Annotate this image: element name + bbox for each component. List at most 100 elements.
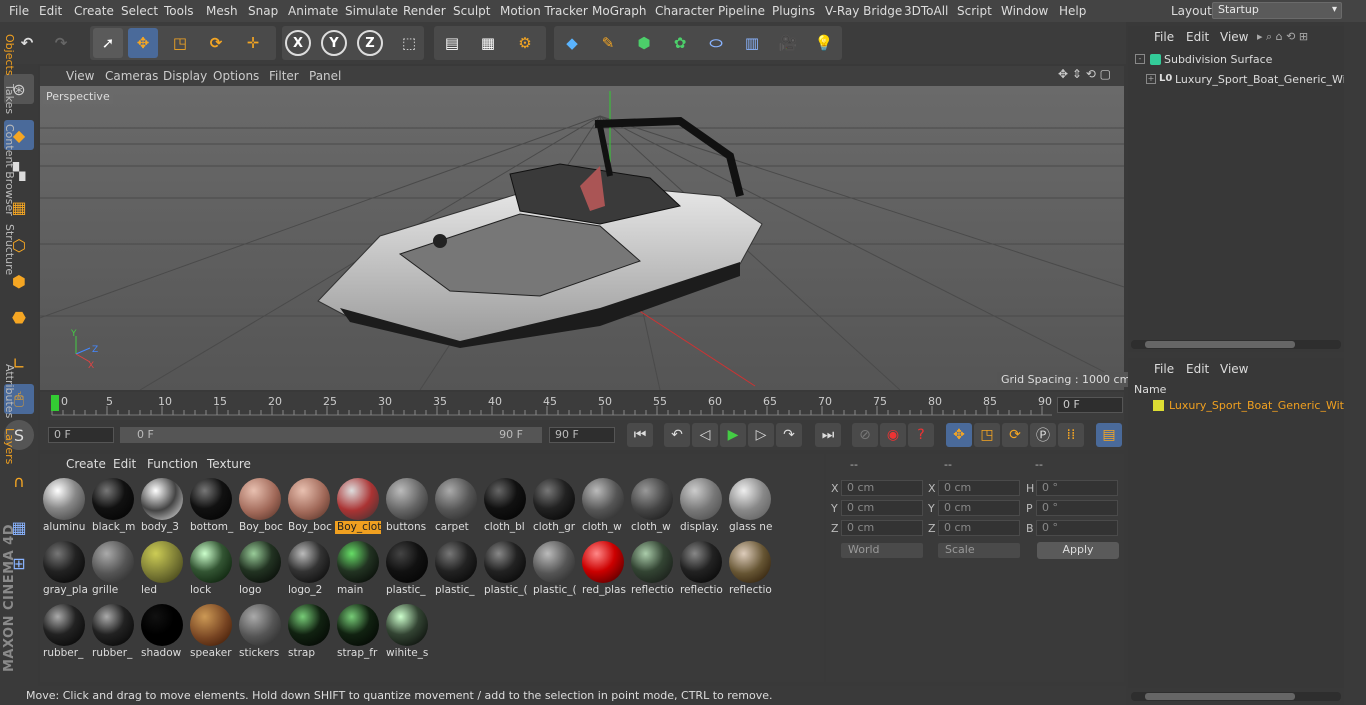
rotation-b-field[interactable]: 0 ° xyxy=(1036,520,1118,536)
material-swatch[interactable]: body_3 xyxy=(139,476,185,534)
material-swatch[interactable]: gray_pla xyxy=(41,539,87,597)
material-swatch[interactable]: stickers xyxy=(237,602,283,660)
menu-simulate[interactable]: Simulate xyxy=(345,4,398,18)
menu-render[interactable]: Render xyxy=(403,4,446,18)
timeline-window-icon[interactable]: ▤ xyxy=(1096,423,1122,447)
tab-takes[interactable]: Takes xyxy=(3,84,16,114)
material-swatch[interactable]: rubber_ xyxy=(41,602,87,660)
material-swatch[interactable]: lock xyxy=(188,539,234,597)
object-menu-view[interactable]: View xyxy=(1220,30,1248,44)
tree-collapse-icon[interactable]: - xyxy=(1135,54,1145,64)
y-axis-icon[interactable]: Y xyxy=(321,30,347,56)
menu-sculpt[interactable]: Sculpt xyxy=(453,4,490,18)
material-swatch[interactable]: Boy_boc xyxy=(237,476,283,534)
menu-character[interactable]: Character xyxy=(655,4,714,18)
layer-scrollbar[interactable] xyxy=(1131,692,1341,701)
viewport-menu-filter[interactable]: Filter xyxy=(269,69,299,83)
material-swatch[interactable]: speaker xyxy=(188,602,234,660)
menu-script[interactable]: Script xyxy=(957,4,992,18)
layer-menu-file[interactable]: File xyxy=(1154,362,1174,376)
tab-structure[interactable]: Structure xyxy=(3,224,16,275)
menu-help[interactable]: Help xyxy=(1059,4,1086,18)
current-frame-field[interactable]: 0 F xyxy=(1057,397,1123,413)
subdivision-icon[interactable]: ⬢ xyxy=(629,28,659,58)
material-swatch[interactable]: led xyxy=(139,539,185,597)
record-active-icon[interactable]: ◉ xyxy=(880,423,906,447)
menu-edit[interactable]: Edit xyxy=(39,4,62,18)
menu-3dtoall[interactable]: 3DToAll xyxy=(904,4,948,18)
material-menu-edit[interactable]: Edit xyxy=(113,457,136,471)
key-scale-icon[interactable]: ◳ xyxy=(974,423,1000,447)
render-settings-icon[interactable]: ⚙ xyxy=(510,28,540,58)
z-axis-icon[interactable]: Z xyxy=(357,30,383,56)
viewport-nav-icons[interactable]: ✥ ⇕ ⟲ ▢ xyxy=(1058,67,1111,81)
material-swatch[interactable]: reflectio xyxy=(629,539,675,597)
layer-menu-view[interactable]: View xyxy=(1220,362,1248,376)
object-toolbar-icons[interactable]: ▸ ⌕ ⌂ ⟲ ⊞ xyxy=(1257,30,1308,44)
frame-range-slider[interactable]: 0 F 90 F xyxy=(120,427,542,443)
previous-frame-icon[interactable]: ◁ xyxy=(692,423,718,447)
material-swatch[interactable]: shadow xyxy=(139,602,185,660)
material-swatch[interactable]: red_plas xyxy=(580,539,626,597)
material-swatch[interactable]: Boy_boc xyxy=(286,476,332,534)
object-scrollbar[interactable] xyxy=(1131,340,1341,349)
layout-select[interactable]: Startup xyxy=(1212,2,1342,19)
menu-create[interactable]: Create xyxy=(74,4,114,18)
menu-window[interactable]: Window xyxy=(1001,4,1048,18)
material-swatch[interactable]: rubber_ xyxy=(90,602,136,660)
material-swatch[interactable]: plastic_ xyxy=(384,539,430,597)
move-tool-icon[interactable]: ✥ xyxy=(128,28,158,58)
layer-item[interactable]: Luxury_Sport_Boat_Generic_With_ xyxy=(1169,399,1356,412)
material-swatch[interactable]: glass ne xyxy=(727,476,773,534)
material-swatch[interactable]: black_m xyxy=(90,476,136,534)
layer-color-swatch[interactable] xyxy=(1153,400,1164,411)
pen-spline-icon[interactable]: ✎ xyxy=(593,28,623,58)
menu-animate[interactable]: Animate xyxy=(288,4,338,18)
material-swatch[interactable]: cloth_gr xyxy=(531,476,577,534)
tab-layers[interactable]: Layers xyxy=(3,428,16,464)
position-y-field[interactable]: 0 cm xyxy=(841,500,923,516)
snap-magnet-icon[interactable]: ∩ xyxy=(4,466,34,496)
select-arrow-icon[interactable]: ➚ xyxy=(93,28,123,58)
material-swatch[interactable]: grille xyxy=(90,539,136,597)
go-to-end-icon[interactable]: ⏭ xyxy=(815,423,841,447)
light-bulb-icon[interactable]: 💡 xyxy=(809,28,839,58)
tab-content-browser[interactable]: Content Browser xyxy=(3,124,16,216)
menu-tools[interactable]: Tools xyxy=(164,4,194,18)
material-swatch[interactable]: logo_2 xyxy=(286,539,332,597)
material-swatch[interactable]: strap xyxy=(286,602,332,660)
render-view-icon[interactable]: ▤ xyxy=(437,28,467,58)
material-swatch[interactable]: logo xyxy=(237,539,283,597)
scale-tool-icon[interactable]: ◳ xyxy=(165,28,195,58)
layer-menu-edit[interactable]: Edit xyxy=(1186,362,1209,376)
undo-icon[interactable]: ↶ xyxy=(12,28,42,58)
coordinate-system-icon[interactable]: ⬚ xyxy=(394,28,424,58)
material-swatch[interactable]: reflectio xyxy=(727,539,773,597)
material-swatch[interactable]: plastic_ xyxy=(433,539,479,597)
material-swatch[interactable]: main xyxy=(335,539,381,597)
size-z-field[interactable]: 0 cm xyxy=(938,520,1020,536)
next-frame-icon[interactable]: ▷ xyxy=(748,423,774,447)
material-swatch[interactable]: Boy_clot xyxy=(335,476,381,534)
current-frame-marker[interactable] xyxy=(51,395,59,411)
material-swatch[interactable]: carpet xyxy=(433,476,479,534)
live-transform-icon[interactable]: ✛ xyxy=(238,28,268,58)
timeline-ruler[interactable] xyxy=(40,392,1124,420)
key-position-icon[interactable]: ✥ xyxy=(946,423,972,447)
rotate-tool-icon[interactable]: ⟳ xyxy=(201,28,231,58)
viewport-menu-view[interactable]: View xyxy=(66,69,94,83)
redo-icon[interactable]: ↷ xyxy=(46,28,76,58)
material-swatch[interactable]: plastic_( xyxy=(482,539,528,597)
go-to-start-icon[interactable]: ⏮ xyxy=(627,423,653,447)
viewport-menu-display[interactable]: Display xyxy=(163,69,207,83)
camera-icon[interactable]: 🎥 xyxy=(773,28,803,58)
menu-snap[interactable]: Snap xyxy=(248,4,278,18)
material-menu-texture[interactable]: Texture xyxy=(207,457,251,471)
menu-pipeline[interactable]: Pipeline xyxy=(718,4,765,18)
material-swatch[interactable]: wihite_s xyxy=(384,602,430,660)
play-icon[interactable]: ▶ xyxy=(720,423,746,447)
coordinate-mode-dropdown[interactable]: World xyxy=(841,543,923,558)
menu-plugins[interactable]: Plugins xyxy=(772,4,815,18)
mograph-cloner-icon[interactable]: ✿ xyxy=(665,28,695,58)
render-picture-viewer-icon[interactable]: ▦ xyxy=(473,28,503,58)
